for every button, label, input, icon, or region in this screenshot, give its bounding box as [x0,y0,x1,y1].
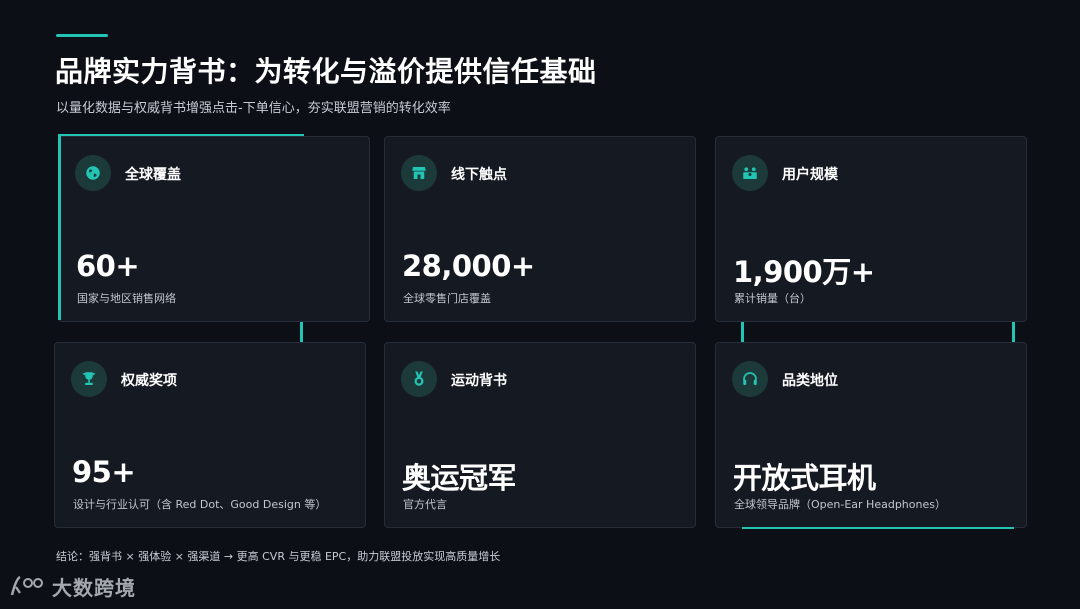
card-desc: 官方代言 [403,498,447,511]
card-desc: 全球领导品牌（Open-Ear Headphones） [734,498,946,511]
trophy-icon [71,361,107,397]
logo-text: 大数跨境 [52,576,136,600]
accent-line [300,322,303,342]
card-offline-touchpoints: 线下触点 28,000+ 全球零售门店覆盖 [384,136,696,322]
card-global-coverage: 全球覆盖 60+ 国家与地区销售网络 [58,136,370,322]
card-value: 95+ [72,455,136,489]
users-icon [732,155,768,191]
card-authority-awards: 权威奖项 95+ 设计与行业认可（含 Red Dot、Good Design 等… [54,342,366,528]
card-desc: 设计与行业认可（含 Red Dot、Good Design 等） [73,498,327,511]
accent-line [58,134,61,320]
card-value: 28,000+ [402,249,535,283]
logo-mark-icon [10,575,43,595]
card-label: 品类地位 [782,373,838,389]
card-label: 运动背书 [451,373,507,389]
headphones-icon [732,361,768,397]
card-label: 线下触点 [451,167,507,183]
title-accent-rule [56,34,108,37]
store-icon [401,155,437,191]
card-user-scale: 用户规模 1,900万+ 累计销量（台） [715,136,1027,322]
accent-line [58,134,304,136]
card-label: 权威奖项 [121,373,177,389]
card-value: 开放式耳机 [733,461,876,495]
card-desc: 全球零售门店覆盖 [403,292,491,305]
conclusion-text: 结论：强背书 × 强体验 × 强渠道 → 更高 CVR 与更稳 EPC，助力联盟… [56,550,501,563]
globe-icon [75,155,111,191]
card-value: 60+ [76,249,140,283]
card-sports-endorsement: 运动背书 奥运冠军 官方代言 [384,342,696,528]
page-title: 品牌实力背书：为转化与溢价提供信任基础 [55,55,597,88]
card-label: 全球覆盖 [125,167,181,183]
card-category-position: 品类地位 开放式耳机 全球领导品牌（Open-Ear Headphones） [715,342,1027,528]
card-value: 1,900万+ [733,255,875,289]
card-desc: 累计销量（台） [734,292,811,305]
page-subtitle: 以量化数据与权威背书增强点击-下单信心，夯实联盟营销的转化效率 [56,101,451,116]
card-label: 用户规模 [782,167,838,183]
accent-line [742,527,1014,529]
card-value: 奥运冠军 [402,461,517,495]
accent-line [1012,322,1015,342]
card-desc: 国家与地区销售网络 [77,292,176,305]
brand-logo: 大数跨境 [8,572,136,601]
medal-icon [401,361,437,397]
slide: 品牌实力背书：为转化与溢价提供信任基础 以量化数据与权威背书增强点击-下单信心，… [0,0,1080,609]
accent-line [741,322,744,342]
